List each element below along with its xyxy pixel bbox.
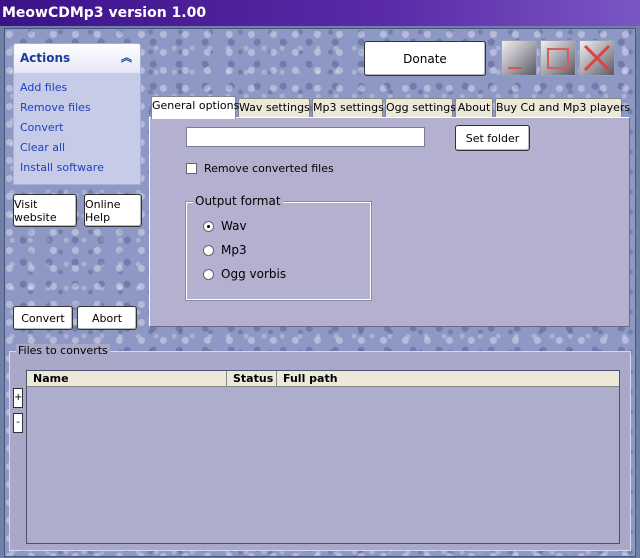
files-group: Files to converts + - Name Status Full p… [9, 344, 631, 551]
set-folder-button[interactable]: Set folder [455, 125, 530, 151]
column-header-name[interactable]: Name [27, 371, 227, 387]
minimize-button[interactable] [501, 40, 537, 76]
tab-about[interactable]: About [455, 98, 493, 118]
format-option-wav[interactable]: Wav [203, 217, 247, 235]
tab-ogg-settings[interactable]: Ogg settings [385, 98, 456, 118]
window-title-bar[interactable]: MeowCDMp3 version 1.00 [0, 0, 640, 26]
format-option-mp3[interactable]: Mp3 [203, 241, 247, 259]
donate-button[interactable]: Donate [364, 41, 486, 76]
files-list[interactable]: Name Status Full path [26, 370, 620, 544]
online-help-button[interactable]: Online Help [84, 194, 142, 227]
remove-converted-checkbox[interactable] [186, 163, 197, 174]
format-option-ogg[interactable]: Ogg vorbis [203, 265, 286, 283]
close-icon [583, 44, 611, 72]
ogg-radio[interactable] [203, 268, 214, 280]
actions-panel-header[interactable]: Actions ︽ [13, 43, 141, 73]
action-add-files[interactable]: Add files [14, 78, 140, 98]
mp3-label: Mp3 [221, 243, 247, 257]
add-file-small-button[interactable]: + [13, 388, 23, 408]
column-header-full-path[interactable]: Full path [277, 371, 619, 387]
window-frame: Actions ︽ Add files Remove files Convert… [0, 26, 640, 558]
remove-file-small-button[interactable]: - [13, 413, 23, 433]
visit-website-button[interactable]: Visit website [13, 194, 77, 227]
tab-mp3-settings[interactable]: Mp3 settings [312, 98, 384, 118]
wav-radio[interactable] [203, 220, 214, 232]
close-button[interactable] [579, 40, 615, 76]
maximize-icon [547, 48, 569, 69]
output-format-group: Output format Wav Mp3 Ogg vorbis [185, 194, 372, 301]
maximize-button[interactable] [540, 40, 576, 76]
tab-buy-players[interactable]: Buy Cd and Mp3 players [495, 98, 630, 118]
files-group-title: Files to converts [16, 344, 110, 357]
action-remove-files[interactable]: Remove files [14, 98, 140, 118]
actions-panel: Add files Remove files Convert Clear all… [13, 73, 141, 185]
column-header-status[interactable]: Status [227, 371, 277, 387]
mp3-radio[interactable] [203, 244, 214, 256]
app-client-area: Actions ︽ Add files Remove files Convert… [4, 28, 636, 557]
tab-wav-settings[interactable]: Wav settings [238, 98, 310, 118]
action-install-software[interactable]: Install software [14, 158, 140, 178]
convert-button[interactable]: Convert [13, 306, 73, 330]
general-options-panel: Set folder Remove converted files Output… [149, 117, 630, 327]
actions-header-label: Actions [20, 51, 71, 65]
output-folder-input[interactable] [186, 127, 425, 147]
collapse-chevron-icon[interactable]: ︽ [121, 44, 132, 72]
window-title: MeowCDMp3 version 1.00 [2, 5, 207, 21]
wav-label: Wav [221, 219, 247, 233]
abort-button[interactable]: Abort [77, 306, 137, 330]
remove-converted-option[interactable]: Remove converted files [186, 162, 334, 175]
output-format-title: Output format [193, 194, 283, 208]
ogg-label: Ogg vorbis [221, 267, 287, 281]
tab-general-options[interactable]: General options [151, 96, 239, 119]
minimize-icon [508, 67, 522, 69]
action-convert[interactable]: Convert [14, 118, 140, 138]
action-clear-all[interactable]: Clear all [14, 138, 140, 158]
remove-converted-label: Remove converted files [204, 162, 334, 175]
